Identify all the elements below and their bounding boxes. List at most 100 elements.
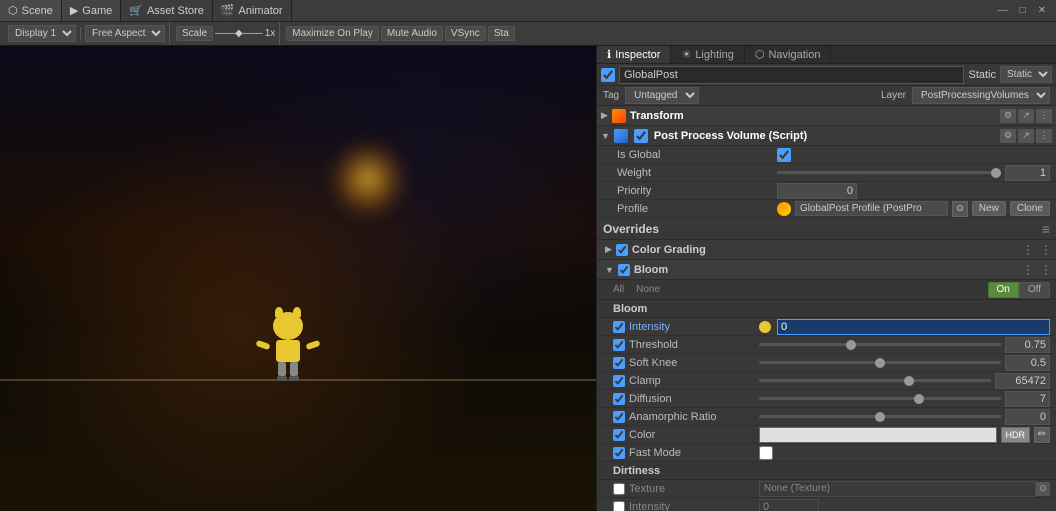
threshold-value-input[interactable] — [1005, 337, 1050, 353]
layer-dropdown[interactable]: PostProcessingVolumes — [912, 87, 1050, 104]
weight-value-input[interactable] — [1005, 165, 1050, 181]
color-grading-menu-btn[interactable]: ⋮ — [1022, 243, 1034, 257]
clamp-value-input[interactable] — [995, 373, 1050, 389]
color-grading-menu2-btn[interactable]: ⋮ — [1040, 243, 1052, 257]
color-pick-btn[interactable]: ✏ — [1034, 427, 1050, 443]
tab-inspector[interactable]: ℹ Inspector — [597, 46, 671, 63]
bloom-off-btn[interactable]: Off — [1019, 282, 1050, 298]
is-global-checkbox[interactable] — [777, 148, 791, 162]
clamp-checkbox[interactable] — [613, 375, 625, 387]
bloom-header[interactable]: ▼ Bloom ⋮ ⋮ — [597, 260, 1056, 280]
navigation-icon: ⬡ — [755, 48, 765, 61]
anamorphic-ratio-value-input[interactable] — [1005, 409, 1050, 425]
profile-dot-btn[interactable]: ⊙ — [952, 201, 968, 217]
bloom-menu2-btn[interactable]: ⋮ — [1040, 263, 1052, 277]
color-grading-header[interactable]: ▶ Color Grading ⋮ ⋮ — [597, 240, 1056, 260]
priority-input[interactable] — [777, 183, 857, 199]
maximize-on-play-btn[interactable]: Maximize On Play — [286, 26, 379, 41]
transform-menu-btn[interactable]: ⋮ — [1036, 109, 1052, 123]
color-checkbox[interactable] — [613, 429, 625, 441]
char-leg-right — [290, 362, 298, 376]
intensity-label: Intensity — [629, 321, 759, 333]
static-dropdown[interactable]: Static — [1000, 66, 1052, 83]
diffusion-slider[interactable] — [759, 397, 1001, 400]
texture-row: Texture None (Texture) ⊙ — [597, 480, 1056, 498]
object-enabled-checkbox[interactable] — [601, 68, 615, 82]
color-grading-enabled-checkbox[interactable] — [616, 244, 628, 256]
tab-lighting-label: Lighting — [695, 49, 734, 61]
vsync-btn[interactable]: VSync — [445, 26, 486, 41]
scale-label: Scale — [176, 26, 213, 41]
profile-clone-btn[interactable]: Clone — [1010, 201, 1050, 216]
game-viewport[interactable] — [0, 46, 596, 511]
maximize-btn[interactable]: □ — [1016, 4, 1030, 17]
transform-settings-btn[interactable]: ⚙ — [1000, 109, 1016, 123]
anamorphic-ratio-checkbox[interactable] — [613, 411, 625, 423]
diffusion-value-input[interactable] — [1005, 391, 1050, 407]
diffusion-checkbox[interactable] — [613, 393, 625, 405]
bloom-menu-btn[interactable]: ⋮ — [1022, 263, 1034, 277]
tab-inspector-label: Inspector — [615, 49, 660, 61]
soft-knee-slider-area — [759, 355, 1050, 371]
tag-dropdown[interactable]: Untagged — [625, 87, 699, 104]
anamorphic-ratio-slider-area — [759, 409, 1050, 425]
bloom-enabled-checkbox[interactable] — [618, 264, 630, 276]
bloom-none-label[interactable]: None — [636, 284, 660, 295]
weight-slider[interactable] — [777, 171, 1001, 174]
diffusion-slider-area — [759, 391, 1050, 407]
threshold-checkbox[interactable] — [613, 339, 625, 351]
soft-knee-label: Soft Knee — [629, 357, 759, 369]
tab-lighting[interactable]: ☀ Lighting — [671, 46, 744, 63]
anamorphic-ratio-slider[interactable] — [759, 415, 1001, 418]
object-name-input[interactable] — [619, 66, 964, 84]
transform-header[interactable]: ▶ Transform ⚙ ↗ ⋮ — [597, 106, 1056, 126]
post-process-enabled-checkbox[interactable] — [634, 129, 648, 143]
transform-expand-btn[interactable]: ↗ — [1018, 109, 1034, 123]
soft-knee-checkbox[interactable] — [613, 357, 625, 369]
post-process-properties: Is Global Weight Priority — [597, 146, 1056, 218]
minimize-btn[interactable]: — — [994, 4, 1012, 17]
fast-mode-checkbox[interactable] — [759, 446, 773, 460]
aspect-select[interactable]: Free Aspect — [85, 25, 165, 42]
is-global-label: Is Global — [617, 149, 777, 161]
display-select[interactable]: Display 1 — [8, 25, 76, 42]
close-btn[interactable]: ✕ — [1034, 4, 1050, 17]
tab-game[interactable]: ▶ Game — [62, 0, 121, 21]
intensity-checkbox[interactable] — [613, 321, 625, 333]
post-process-settings-btn[interactable]: ⚙ — [1000, 129, 1016, 143]
animator-icon: 🎬 — [221, 4, 235, 17]
color-label: Color — [629, 429, 759, 441]
overrides-menu-btn[interactable]: ≡ — [1042, 222, 1050, 236]
post-process-actions: ⚙ ↗ ⋮ — [1000, 129, 1052, 143]
intensity-value-input[interactable] — [777, 319, 1050, 335]
fast-mode-enabled-checkbox[interactable] — [613, 447, 625, 459]
scale-slider: ——◆—— — [215, 28, 263, 39]
clamp-slider[interactable] — [759, 379, 991, 382]
bloom-on-btn[interactable]: On — [988, 282, 1019, 298]
dirtiness-intensity-checkbox[interactable] — [613, 501, 625, 511]
threshold-slider[interactable] — [759, 343, 1001, 346]
tab-animator[interactable]: 🎬 Animator — [213, 0, 292, 21]
static-btn[interactable]: Sta — [488, 26, 515, 41]
texture-checkbox[interactable] — [613, 483, 625, 495]
bloom-all-label[interactable]: All — [613, 284, 624, 295]
color-swatch[interactable] — [759, 427, 997, 443]
display-group: Display 1 Free Aspect — [4, 22, 170, 45]
main-area: ℹ Inspector ☀ Lighting ⬡ Navigation Stat… — [0, 46, 1056, 511]
tab-asset-store[interactable]: 🛒 Asset Store — [121, 0, 213, 21]
dirtiness-intensity-input[interactable] — [759, 499, 819, 511]
post-process-header[interactable]: ▼ Post Process Volume (Script) ⚙ ↗ ⋮ — [597, 126, 1056, 146]
soft-knee-value-input[interactable] — [1005, 355, 1050, 371]
tab-navigation[interactable]: ⬡ Navigation — [745, 46, 832, 63]
tab-scene[interactable]: ⬡ Scene — [0, 0, 62, 21]
texture-label: Texture — [629, 483, 759, 495]
post-process-expand-btn[interactable]: ↗ — [1018, 129, 1034, 143]
divider — [80, 27, 81, 41]
soft-knee-row: Soft Knee — [597, 354, 1056, 372]
soft-knee-slider[interactable] — [759, 361, 1001, 364]
post-process-menu-btn[interactable]: ⋮ — [1036, 129, 1052, 143]
overrides-title: Overrides — [603, 222, 659, 236]
texture-pick-btn[interactable]: ⊙ — [1036, 482, 1050, 496]
mute-audio-btn[interactable]: Mute Audio — [381, 26, 443, 41]
profile-new-btn[interactable]: New — [972, 201, 1006, 216]
